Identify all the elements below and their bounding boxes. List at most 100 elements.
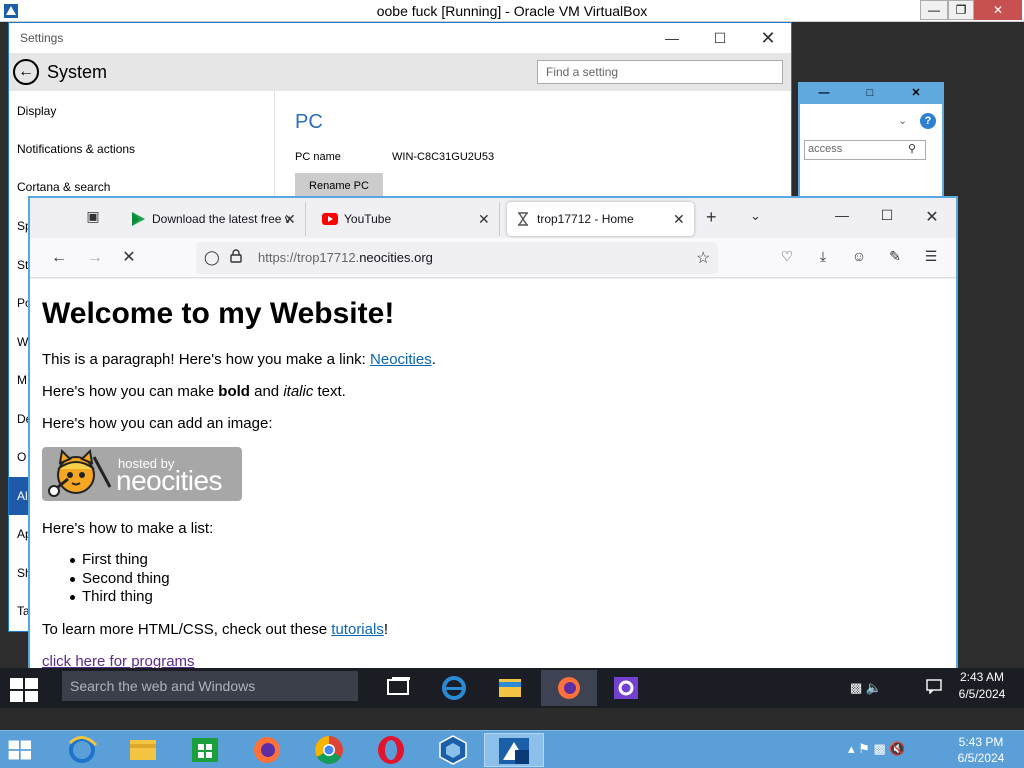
close-tab-icon[interactable]: ✕ bbox=[478, 211, 490, 228]
internet-explorer-icon[interactable] bbox=[54, 733, 112, 767]
pc-name-label: PC name bbox=[295, 151, 341, 163]
firefox-icon[interactable] bbox=[238, 733, 296, 767]
host-tray-icons[interactable]: ▴ ⚑ ▩ 🔇 bbox=[848, 741, 948, 759]
network-icon[interactable]: ▩ bbox=[850, 680, 862, 695]
firefox-view-icon[interactable]: ▣ bbox=[82, 208, 104, 228]
shield-icon[interactable]: ◯ bbox=[204, 249, 220, 266]
taskbar-search-input[interactable]: Search the web and Windows bbox=[62, 671, 358, 701]
badge-brand: neocities bbox=[116, 465, 223, 496]
file-explorer-icon[interactable] bbox=[482, 670, 538, 706]
back-arrow-icon[interactable]: ← bbox=[13, 59, 39, 85]
settings-search-input[interactable]: Find a setting bbox=[537, 60, 783, 84]
tab-download[interactable]: Download the latest free v ✕ bbox=[122, 202, 306, 236]
nav-item-notifications[interactable]: Notifications & actions bbox=[9, 135, 275, 165]
search-icon: ⚲ bbox=[908, 143, 917, 155]
navigation-toolbar: ← → ✕ ◯ https://trop17712.neocities.org … bbox=[30, 238, 956, 278]
italic-text: italic bbox=[283, 383, 314, 400]
tutorials-link[interactable]: tutorials bbox=[331, 621, 384, 638]
account-icon[interactable]: ☺ bbox=[848, 248, 870, 268]
window-title: oobe fuck [Running] - Oracle VM VirtualB… bbox=[376, 3, 648, 19]
list-item: First thing bbox=[70, 551, 170, 570]
action-center-icon[interactable] bbox=[926, 678, 942, 694]
firefox-minimize-button[interactable]: — bbox=[827, 207, 857, 223]
url-host: neocities.org bbox=[359, 250, 433, 265]
clock-date[interactable]: 6/5/2024 bbox=[956, 687, 1008, 701]
background-window: — □ ✕ ⌄ ? access ⚲ bbox=[798, 82, 944, 202]
paragraph-image: Here's how you can add an image: bbox=[42, 415, 273, 432]
youtube-icon bbox=[322, 213, 338, 225]
task-view-icon[interactable] bbox=[370, 670, 426, 706]
settings-close-button[interactable]: ✕ bbox=[745, 23, 791, 53]
show-hidden-icons-icon[interactable]: ▴ bbox=[848, 741, 855, 756]
back-icon[interactable]: ← bbox=[48, 248, 70, 268]
paragraph-text: Here's how you can make bbox=[42, 383, 219, 400]
chrome-icon[interactable] bbox=[300, 733, 358, 767]
guest-screen: Settings — ☐ ✕ ← System Find a setting D… bbox=[0, 22, 1024, 690]
paragraph-formatting: Here's how you can make bold and italic … bbox=[42, 383, 346, 400]
firefox-maximize-button[interactable]: ☐ bbox=[872, 207, 902, 224]
chevron-down-icon[interactable]: ⌄ bbox=[898, 114, 907, 127]
tab-label: trop17712 - Home bbox=[537, 212, 634, 226]
neocities-link[interactable]: Neocities bbox=[370, 351, 432, 368]
list-item: Second thing bbox=[70, 570, 170, 589]
forward-icon[interactable]: → bbox=[84, 248, 106, 268]
help-icon[interactable]: ? bbox=[920, 113, 936, 129]
tab-youtube[interactable]: YouTube ✕ bbox=[314, 202, 500, 236]
internet-explorer-icon[interactable] bbox=[426, 670, 482, 706]
volume-icon[interactable]: 🔈 bbox=[866, 680, 882, 695]
nav-item-display[interactable]: Display bbox=[9, 97, 275, 127]
paragraph-text: To learn more HTML/CSS, check out these bbox=[42, 621, 332, 638]
new-tab-icon[interactable]: + bbox=[706, 207, 717, 228]
bookmark-star-icon[interactable]: ☆ bbox=[696, 248, 710, 268]
settings-gear-icon[interactable] bbox=[598, 670, 654, 706]
bullet-list: First thing Second thing Third thing bbox=[70, 551, 170, 607]
close-tab-icon[interactable]: ✕ bbox=[673, 211, 685, 228]
settings-window-title: Settings bbox=[20, 31, 64, 45]
virtualbox-icon[interactable] bbox=[424, 733, 482, 767]
settings-maximize-button[interactable]: ☐ bbox=[697, 23, 743, 53]
paragraph-text: This is a paragraph! Here's how you make… bbox=[42, 351, 371, 368]
volume-muted-icon[interactable]: 🔇 bbox=[889, 741, 905, 756]
bg-maximize-button[interactable]: □ bbox=[850, 86, 890, 100]
download-icon[interactable]: ⤓ bbox=[812, 248, 834, 268]
file-explorer-icon[interactable] bbox=[114, 733, 172, 767]
opera-icon[interactable] bbox=[362, 733, 420, 767]
settings-header: ← System Find a setting bbox=[9, 53, 791, 91]
host-taskbar: ▴ ⚑ ▩ 🔇 5:43 PM 6/5/2024 bbox=[0, 730, 1024, 768]
tab-label: Download the latest free v bbox=[152, 212, 290, 226]
close-tab-icon[interactable]: ✕ bbox=[284, 211, 296, 228]
network-icon[interactable]: ▩ bbox=[873, 741, 885, 756]
bg-close-button[interactable]: ✕ bbox=[896, 86, 936, 100]
tab-home-active[interactable]: trop17712 - Home ✕ bbox=[507, 202, 694, 236]
flag-icon[interactable]: ⚑ bbox=[858, 741, 870, 756]
host-clock-time[interactable]: 5:43 PM bbox=[956, 735, 1006, 749]
bg-minimize-button[interactable]: — bbox=[804, 86, 844, 100]
firefox-window: ▣ Download the latest free v ✕ YouTube ✕ bbox=[28, 196, 958, 690]
url-prefix: https://trop17712. bbox=[258, 250, 360, 265]
close-button[interactable]: ✕ bbox=[974, 0, 1022, 20]
list-all-tabs-icon[interactable]: ⌄ bbox=[750, 208, 761, 224]
minimize-button[interactable]: — bbox=[920, 0, 948, 20]
virtualbox-vm-icon[interactable] bbox=[484, 733, 544, 767]
stop-loading-icon[interactable]: ✕ bbox=[118, 248, 140, 268]
store-icon[interactable] bbox=[176, 733, 234, 767]
settings-titlebar: Settings — ☐ ✕ bbox=[9, 23, 791, 53]
host-clock-date[interactable]: 6/5/2024 bbox=[956, 751, 1006, 765]
menu-icon[interactable]: ☰ bbox=[920, 248, 942, 268]
lock-icon[interactable] bbox=[230, 249, 242, 263]
start-icon[interactable] bbox=[0, 733, 58, 767]
extensions-icon[interactable]: ✎ bbox=[884, 248, 906, 268]
paragraph-link: This is a paragraph! Here's how you make… bbox=[42, 351, 436, 368]
windows-start-icon[interactable] bbox=[10, 678, 38, 702]
tab-label: YouTube bbox=[344, 212, 392, 226]
firefox-icon[interactable] bbox=[541, 670, 597, 706]
neocities-badge-image[interactable]: hosted by neocities bbox=[42, 447, 242, 501]
restore-button[interactable]: ❐ bbox=[948, 0, 974, 20]
page-title: System bbox=[47, 62, 108, 82]
settings-minimize-button[interactable]: — bbox=[649, 23, 695, 53]
firefox-close-button[interactable]: ✕ bbox=[917, 207, 947, 227]
pocket-icon[interactable]: ♡ bbox=[776, 248, 798, 268]
section-heading: PC bbox=[295, 111, 323, 133]
clock-time[interactable]: 2:43 AM bbox=[958, 670, 1006, 684]
url-bar[interactable]: ◯ https://trop17712.neocities.org ☆ bbox=[196, 242, 718, 274]
